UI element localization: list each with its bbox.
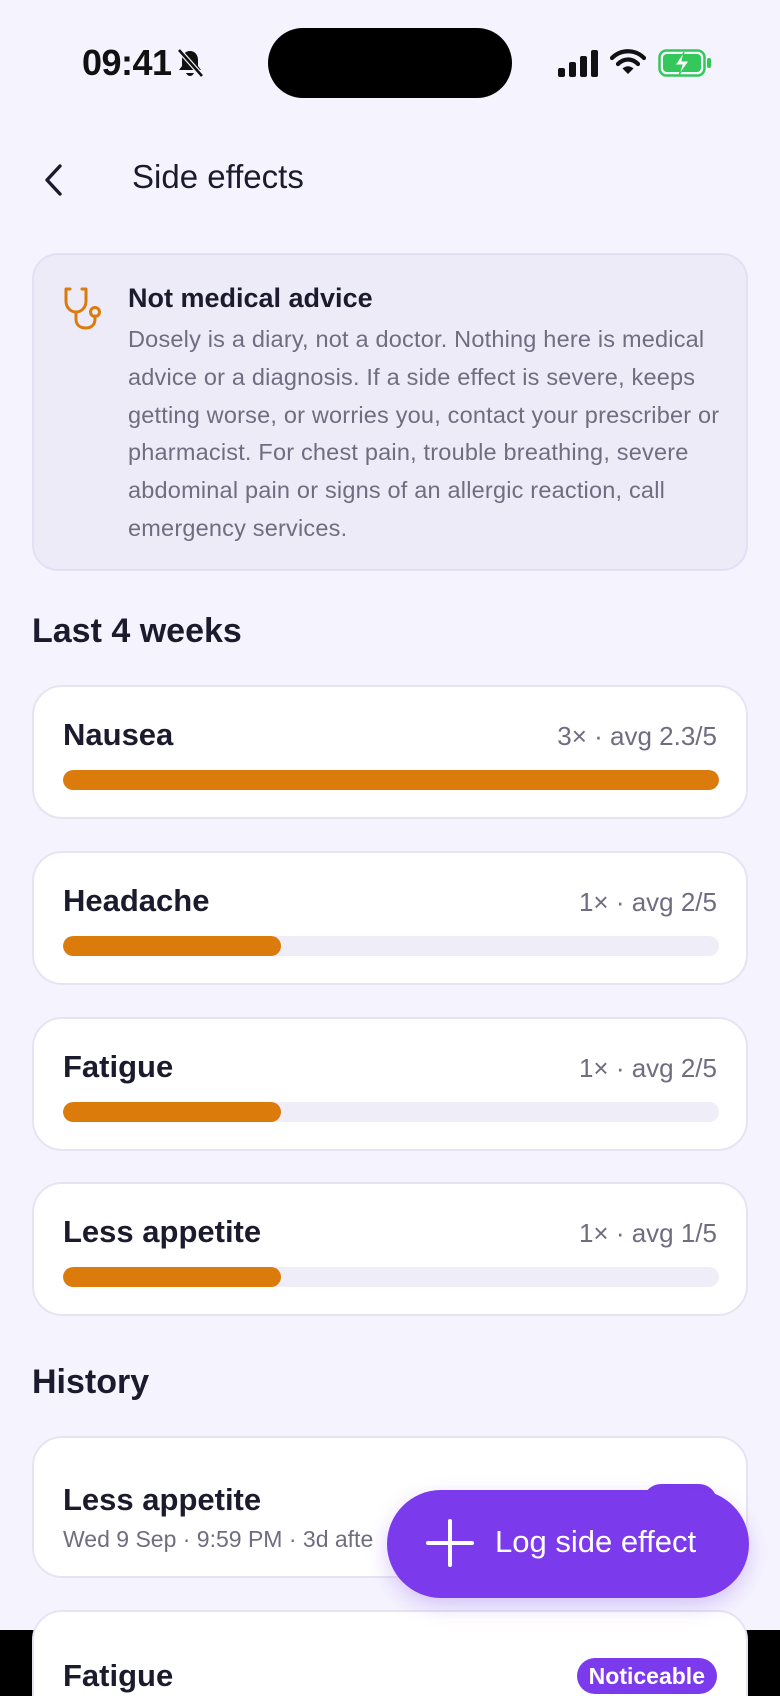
history-entry-meta: Wed 9 Sep · 9:59 PM · 3d afte [63, 1526, 374, 1552]
status-bar: 09:41 [0, 0, 780, 120]
summary-card-less-appetite[interactable]: Less appetite 1× · avg 1/5 [32, 1182, 748, 1316]
plus-icon [426, 1519, 474, 1567]
top-app-bar: Side effects [0, 140, 780, 220]
battery-charging-icon [658, 49, 711, 77]
summary-card-name: Headache [63, 883, 210, 918]
frequency-bar [63, 1102, 719, 1122]
frequency-bar-fill [63, 770, 719, 790]
frequency-bar-fill [63, 936, 282, 956]
summary-section-title: Last 4 weeks [32, 612, 242, 650]
frequency-bar [63, 936, 719, 956]
summary-card-stat: 1× · avg 1/5 [578, 1218, 717, 1248]
page-title: Side effects [132, 158, 304, 195]
frequency-bar [63, 1267, 719, 1287]
summary-card-headache[interactable]: Headache 1× · avg 2/5 [32, 851, 748, 985]
disclaimer-body: Dosely is a diary, not a doctor. Nothing… [128, 326, 720, 541]
summary-card-name: Nausea [63, 717, 174, 752]
log-side-effect-button[interactable]: Log side effect [387, 1490, 749, 1598]
summary-card-stat: 1× · avg 2/5 [578, 1053, 717, 1083]
back-button[interactable] [30, 154, 78, 206]
wifi-icon [610, 49, 646, 74]
summary-card-nausea[interactable]: Nausea 3× · avg 2.3/5 [32, 685, 748, 819]
bell-muted-icon [177, 48, 204, 78]
frequency-bar [63, 770, 719, 790]
dynamic-island [268, 28, 512, 98]
frequency-bar-fill [63, 1267, 282, 1287]
history-section-title: History [32, 1363, 150, 1401]
history-entry-name: Less appetite [63, 1482, 262, 1517]
summary-card-stat: 1× · avg 2/5 [578, 887, 717, 917]
summary-card-fatigue[interactable]: Fatigue 1× · avg 2/5 [32, 1017, 748, 1151]
severity-badge: Noticeable [576, 1658, 717, 1694]
chevron-left-icon [45, 164, 62, 196]
summary-card-stat: 3× · avg 2.3/5 [557, 721, 717, 751]
log-side-effect-label: Log side effect [495, 1524, 697, 1559]
status-time: 09:41 [82, 42, 172, 83]
history-entry-name: Fatigue [63, 1658, 174, 1693]
history-entry[interactable]: Fatigue Noticeable [32, 1610, 748, 1696]
summary-card-name: Fatigue [63, 1049, 174, 1084]
stethoscope-icon [64, 287, 101, 330]
frequency-bar-fill [63, 1102, 282, 1122]
disclaimer-title: Not medical advice [128, 283, 373, 313]
cellular-signal-icon [558, 50, 598, 77]
medical-disclaimer-card: Not medical advice Dosely is a diary, no… [32, 253, 748, 571]
side-effects-screen: 09:41 Side effects Not medical advice Do… [0, 0, 780, 1696]
summary-card-name: Less appetite [63, 1214, 262, 1249]
